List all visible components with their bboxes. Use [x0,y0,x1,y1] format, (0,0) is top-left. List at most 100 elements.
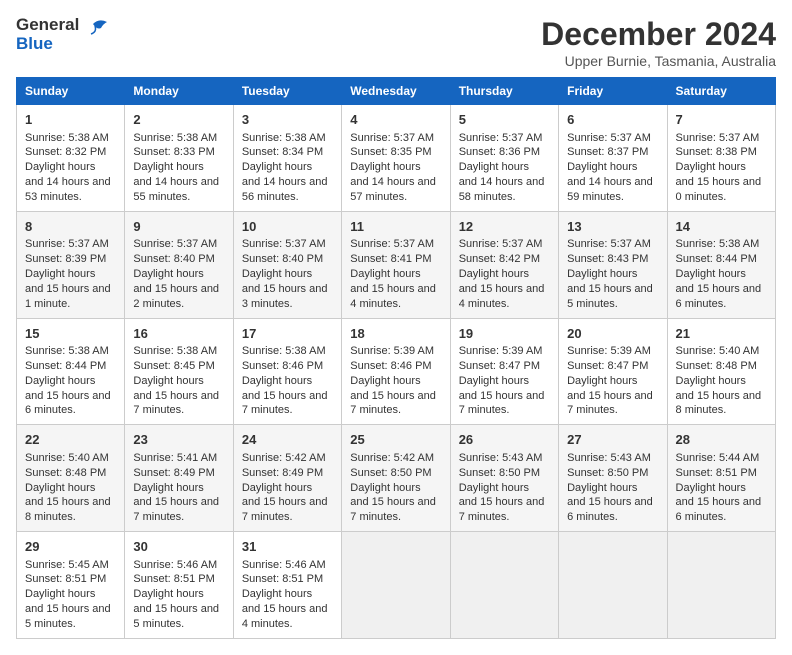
col-wednesday: Wednesday [342,78,450,105]
day-number: 9 [133,218,224,236]
daylight-label: Daylight hours [567,482,637,494]
sunset-info: Sunset: 8:47 PM [567,360,648,372]
daylight-duration: and 15 hours and 7 minutes. [242,390,328,417]
sunrise-info: Sunrise: 5:37 AM [25,238,109,250]
daylight-label: Daylight hours [567,268,637,280]
daylight-label: Daylight hours [133,482,203,494]
day-number: 31 [242,538,333,556]
calendar-week-row: 22 Sunrise: 5:40 AM Sunset: 8:48 PM Dayl… [17,425,776,532]
daylight-duration: and 15 hours and 5 minutes. [567,283,653,310]
daylight-duration: and 15 hours and 0 minutes. [676,176,762,203]
daylight-duration: and 15 hours and 7 minutes. [133,390,219,417]
day-number: 14 [676,218,767,236]
daylight-duration: and 15 hours and 7 minutes. [459,496,545,523]
daylight-label: Daylight hours [25,268,95,280]
sunrise-info: Sunrise: 5:37 AM [350,238,434,250]
daylight-label: Daylight hours [242,482,312,494]
day-number: 27 [567,431,658,449]
daylight-duration: and 15 hours and 6 minutes. [567,496,653,523]
day-number: 3 [242,111,333,129]
month-title: December 2024 [541,16,776,53]
daylight-duration: and 14 hours and 53 minutes. [25,176,111,203]
sunset-info: Sunset: 8:45 PM [133,360,214,372]
day-number: 11 [350,218,441,236]
calendar-header-row: Sunday Monday Tuesday Wednesday Thursday… [17,78,776,105]
logo: General Blue [16,16,111,53]
daylight-label: Daylight hours [242,375,312,387]
calendar-cell: 31 Sunrise: 5:46 AM Sunset: 8:51 PM Dayl… [233,532,341,639]
daylight-duration: and 14 hours and 56 minutes. [242,176,328,203]
calendar-cell: 28 Sunrise: 5:44 AM Sunset: 8:51 PM Dayl… [667,425,775,532]
daylight-duration: and 15 hours and 7 minutes. [350,496,436,523]
calendar-cell: 25 Sunrise: 5:42 AM Sunset: 8:50 PM Dayl… [342,425,450,532]
daylight-label: Daylight hours [676,375,746,387]
sunset-info: Sunset: 8:37 PM [567,146,648,158]
calendar-cell: 4 Sunrise: 5:37 AM Sunset: 8:35 PM Dayli… [342,105,450,212]
sunset-info: Sunset: 8:51 PM [242,573,323,585]
col-friday: Friday [559,78,667,105]
sunset-info: Sunset: 8:50 PM [350,467,431,479]
calendar-cell: 7 Sunrise: 5:37 AM Sunset: 8:38 PM Dayli… [667,105,775,212]
daylight-duration: and 15 hours and 3 minutes. [242,283,328,310]
day-number: 20 [567,325,658,343]
day-number: 28 [676,431,767,449]
sunrise-info: Sunrise: 5:38 AM [133,132,217,144]
day-number: 29 [25,538,116,556]
daylight-label: Daylight hours [133,375,203,387]
daylight-label: Daylight hours [350,375,420,387]
daylight-label: Daylight hours [242,161,312,173]
daylight-duration: and 15 hours and 8 minutes. [25,496,111,523]
day-number: 4 [350,111,441,129]
sunrise-info: Sunrise: 5:39 AM [350,345,434,357]
daylight-duration: and 15 hours and 6 minutes. [676,283,762,310]
daylight-duration: and 15 hours and 4 minutes. [242,603,328,630]
calendar-cell: 21 Sunrise: 5:40 AM Sunset: 8:48 PM Dayl… [667,318,775,425]
sunrise-info: Sunrise: 5:38 AM [25,345,109,357]
day-number: 5 [459,111,550,129]
daylight-label: Daylight hours [676,161,746,173]
calendar-cell: 15 Sunrise: 5:38 AM Sunset: 8:44 PM Dayl… [17,318,125,425]
day-number: 17 [242,325,333,343]
calendar-cell: 24 Sunrise: 5:42 AM Sunset: 8:49 PM Dayl… [233,425,341,532]
calendar-week-row: 29 Sunrise: 5:45 AM Sunset: 8:51 PM Dayl… [17,532,776,639]
day-number: 21 [676,325,767,343]
sunrise-info: Sunrise: 5:39 AM [567,345,651,357]
calendar-cell: 23 Sunrise: 5:41 AM Sunset: 8:49 PM Dayl… [125,425,233,532]
sunrise-info: Sunrise: 5:37 AM [350,132,434,144]
calendar-week-row: 8 Sunrise: 5:37 AM Sunset: 8:39 PM Dayli… [17,211,776,318]
daylight-duration: and 14 hours and 55 minutes. [133,176,219,203]
calendar-cell: 18 Sunrise: 5:39 AM Sunset: 8:46 PM Dayl… [342,318,450,425]
sunrise-info: Sunrise: 5:43 AM [459,452,543,464]
sunrise-info: Sunrise: 5:37 AM [242,238,326,250]
sunrise-info: Sunrise: 5:46 AM [133,559,217,571]
daylight-duration: and 15 hours and 4 minutes. [350,283,436,310]
calendar-cell: 14 Sunrise: 5:38 AM Sunset: 8:44 PM Dayl… [667,211,775,318]
sunset-info: Sunset: 8:46 PM [242,360,323,372]
page-header: General Blue December 2024 Upper Burnie,… [16,16,776,69]
sunset-info: Sunset: 8:35 PM [350,146,431,158]
calendar-cell: 1 Sunrise: 5:38 AM Sunset: 8:32 PM Dayli… [17,105,125,212]
location: Upper Burnie, Tasmania, Australia [541,53,776,69]
calendar-cell [342,532,450,639]
logo-blue: Blue [16,35,79,54]
day-number: 2 [133,111,224,129]
calendar-cell: 3 Sunrise: 5:38 AM Sunset: 8:34 PM Dayli… [233,105,341,212]
daylight-duration: and 15 hours and 7 minutes. [133,496,219,523]
sunset-info: Sunset: 8:32 PM [25,146,106,158]
sunset-info: Sunset: 8:40 PM [242,253,323,265]
day-number: 10 [242,218,333,236]
sunrise-info: Sunrise: 5:37 AM [133,238,217,250]
sunrise-info: Sunrise: 5:46 AM [242,559,326,571]
calendar-cell: 13 Sunrise: 5:37 AM Sunset: 8:43 PM Dayl… [559,211,667,318]
day-number: 7 [676,111,767,129]
calendar-cell [559,532,667,639]
daylight-label: Daylight hours [25,482,95,494]
sunrise-info: Sunrise: 5:40 AM [676,345,760,357]
day-number: 25 [350,431,441,449]
sunset-info: Sunset: 8:49 PM [133,467,214,479]
daylight-label: Daylight hours [350,161,420,173]
sunrise-info: Sunrise: 5:38 AM [676,238,760,250]
daylight-duration: and 14 hours and 57 minutes. [350,176,436,203]
day-number: 16 [133,325,224,343]
daylight-duration: and 14 hours and 59 minutes. [567,176,653,203]
